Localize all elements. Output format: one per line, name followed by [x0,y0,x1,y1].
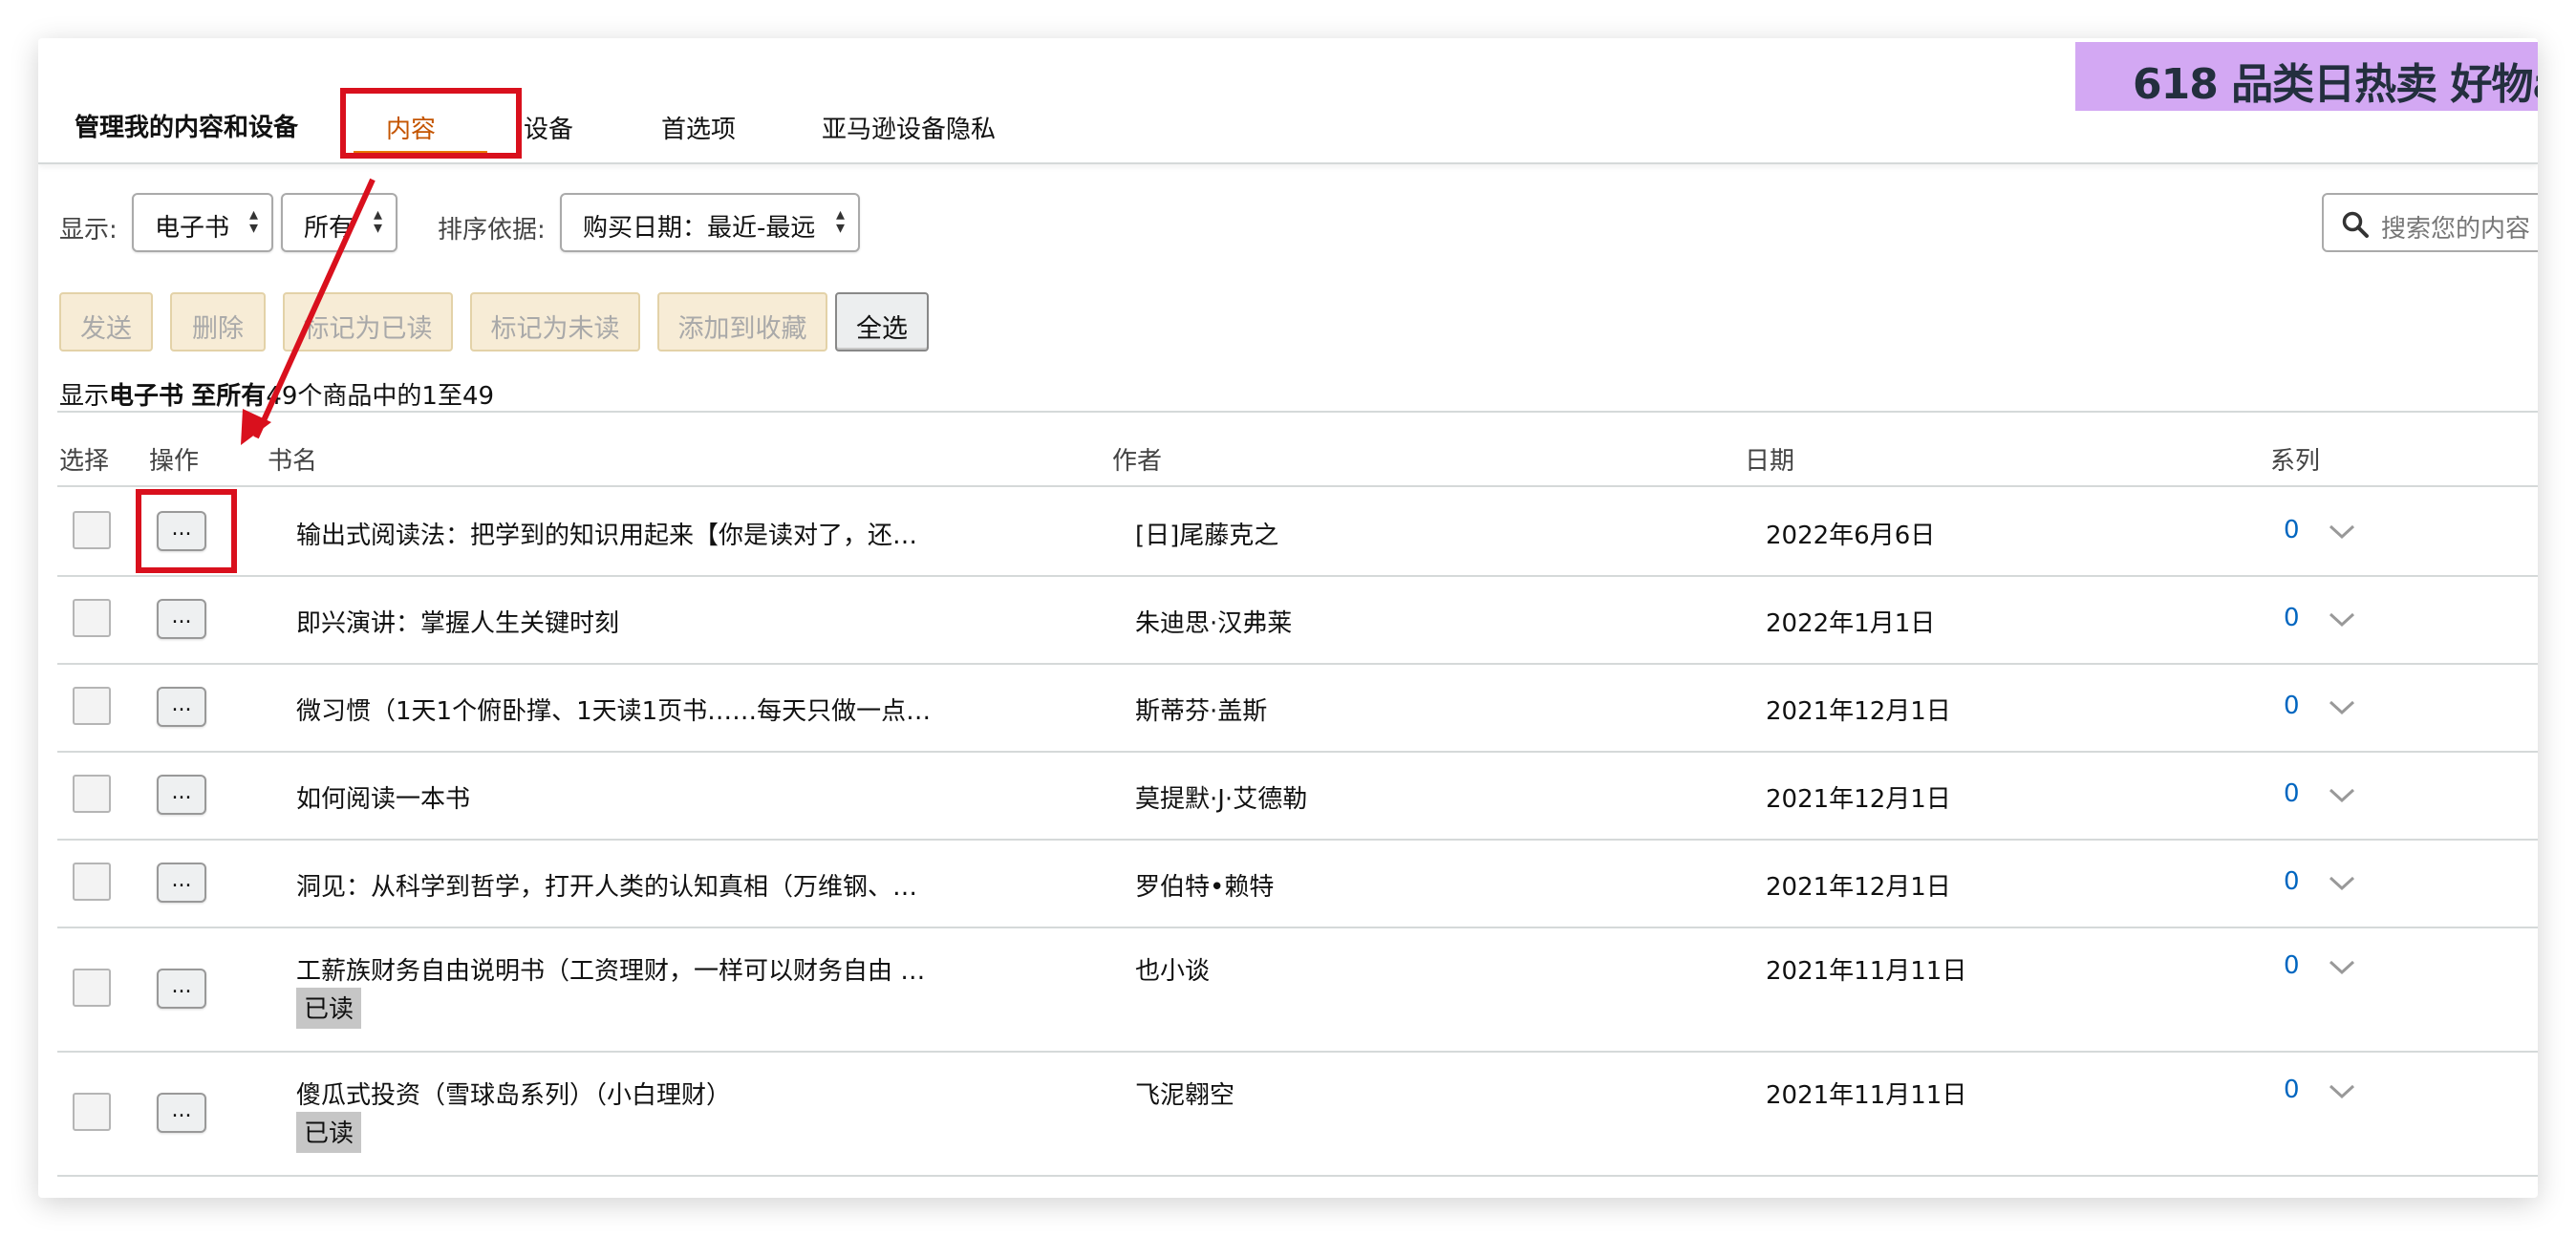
annotation-arrow-line [253,178,376,439]
annotation-highlight-action [136,489,237,573]
content-manager-window: 管理我的内容和设备 内容 设备 首选项 亚马逊设备隐私 618 品类日热卖 好物… [38,38,2538,1198]
annotation-overlay [241,178,376,445]
annotation-highlight-tab [340,88,522,159]
